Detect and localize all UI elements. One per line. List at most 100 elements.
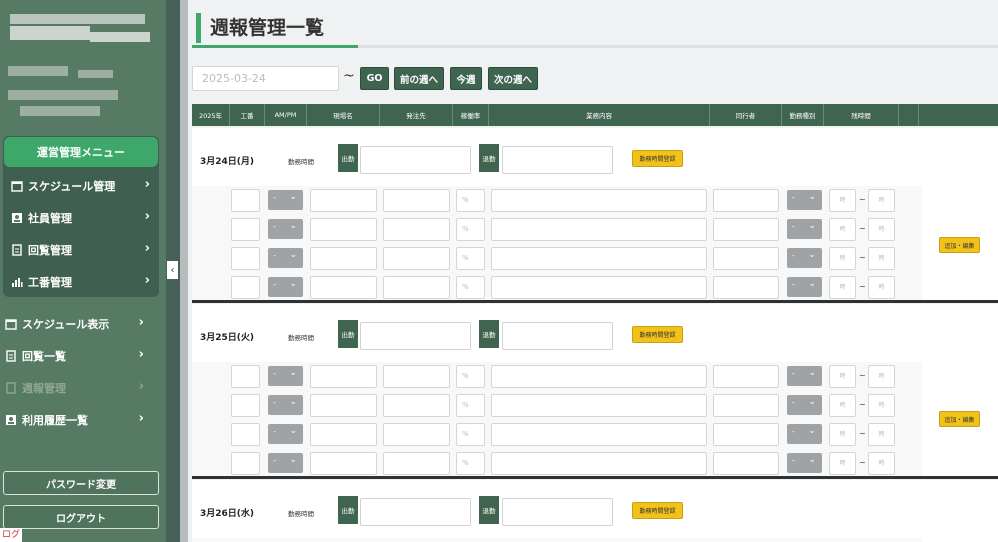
companion-input[interactable] xyxy=(713,452,779,475)
next-week-button[interactable]: 次の週へ xyxy=(488,67,538,90)
site-input[interactable] xyxy=(310,276,377,299)
work-type-select[interactable]: - ⌄ xyxy=(787,248,822,268)
work-type-select[interactable]: - ⌄ xyxy=(787,366,822,386)
site-input[interactable] xyxy=(310,423,377,446)
collapse-sidebar-button[interactable]: ‹ xyxy=(167,261,178,279)
companion-input[interactable] xyxy=(713,247,779,270)
week-start-date-input[interactable]: 2025-03-24 xyxy=(192,66,339,91)
work-type-select[interactable]: - ⌄ xyxy=(787,277,822,297)
ampm-select[interactable]: - ⌄ xyxy=(268,395,303,415)
ampm-select[interactable]: - ⌄ xyxy=(268,248,303,268)
remaining-time-to-input[interactable]: 時 xyxy=(868,452,895,475)
companion-input[interactable] xyxy=(713,276,779,299)
work-type-select[interactable]: - ⌄ xyxy=(787,424,822,444)
ampm-select[interactable]: - ⌄ xyxy=(268,453,303,473)
site-input[interactable] xyxy=(310,218,377,241)
sidebar-item-circular-list[interactable]: 回覧一覧 › xyxy=(4,344,150,368)
utilization-input[interactable]: % xyxy=(456,276,485,299)
vendor-input[interactable] xyxy=(383,394,450,417)
utilization-input[interactable]: % xyxy=(456,189,485,212)
remaining-time-from-input[interactable]: 時 xyxy=(829,452,856,475)
register-hours-button[interactable]: 勤務時間登録 xyxy=(632,326,683,343)
work-content-input[interactable] xyxy=(491,247,707,270)
remaining-time-to-input[interactable]: 時 xyxy=(868,276,895,299)
vendor-input[interactable] xyxy=(383,189,450,212)
work-content-input[interactable] xyxy=(491,365,707,388)
go-button[interactable]: GO xyxy=(360,67,389,90)
logout-button[interactable]: ログアウト xyxy=(3,505,159,529)
sidebar-item-project-management[interactable]: 工番管理 › xyxy=(10,270,156,294)
companion-input[interactable] xyxy=(713,423,779,446)
remaining-time-to-input[interactable]: 時 xyxy=(868,247,895,270)
remaining-time-from-input[interactable]: 時 xyxy=(829,247,856,270)
project-no-input[interactable] xyxy=(231,365,260,388)
work-content-input[interactable] xyxy=(491,394,707,417)
vendor-input[interactable] xyxy=(383,452,450,475)
vendor-input[interactable] xyxy=(383,247,450,270)
work-type-select[interactable]: - ⌄ xyxy=(787,395,822,415)
sidebar-item-circular-management[interactable]: 回覧管理 › xyxy=(10,238,156,262)
end-time-input[interactable] xyxy=(502,322,613,350)
work-content-input[interactable] xyxy=(491,189,707,212)
vendor-input[interactable] xyxy=(383,276,450,299)
remaining-time-to-input[interactable]: 時 xyxy=(868,365,895,388)
ampm-select[interactable]: - ⌄ xyxy=(268,190,303,210)
register-hours-button[interactable]: 勤務時間登録 xyxy=(632,502,683,519)
remaining-time-from-input[interactable]: 時 xyxy=(829,276,856,299)
utilization-input[interactable]: % xyxy=(456,365,485,388)
vendor-input[interactable] xyxy=(383,218,450,241)
companion-input[interactable] xyxy=(713,218,779,241)
remaining-time-from-input[interactable]: 時 xyxy=(829,423,856,446)
start-time-input[interactable] xyxy=(360,498,471,526)
ampm-select[interactable]: - ⌄ xyxy=(268,277,303,297)
register-hours-button[interactable]: 勤務時間登録 xyxy=(632,150,683,167)
remaining-time-from-input[interactable]: 時 xyxy=(829,189,856,212)
remaining-time-to-input[interactable]: 時 xyxy=(868,218,895,241)
change-password-button[interactable]: パスワード変更 xyxy=(3,471,159,495)
companion-input[interactable] xyxy=(713,365,779,388)
remaining-time-to-input[interactable]: 時 xyxy=(868,189,895,212)
companion-input[interactable] xyxy=(713,189,779,212)
vendor-input[interactable] xyxy=(383,365,450,388)
remaining-time-to-input[interactable]: 時 xyxy=(868,394,895,417)
companion-input[interactable] xyxy=(713,394,779,417)
end-time-input[interactable] xyxy=(502,498,613,526)
site-input[interactable] xyxy=(310,394,377,417)
project-no-input[interactable] xyxy=(231,423,260,446)
start-time-input[interactable] xyxy=(360,146,471,174)
add-edit-button[interactable]: 追加・編集 xyxy=(939,411,980,427)
project-no-input[interactable] xyxy=(231,452,260,475)
utilization-input[interactable]: % xyxy=(456,394,485,417)
remaining-time-from-input[interactable]: 時 xyxy=(829,218,856,241)
utilization-input[interactable]: % xyxy=(456,423,485,446)
utilization-input[interactable]: % xyxy=(456,452,485,475)
end-time-input[interactable] xyxy=(502,146,613,174)
work-type-select[interactable]: - ⌄ xyxy=(787,190,822,210)
project-no-input[interactable] xyxy=(231,394,260,417)
work-type-select[interactable]: - ⌄ xyxy=(787,219,822,239)
start-time-input[interactable] xyxy=(360,322,471,350)
remaining-time-from-input[interactable]: 時 xyxy=(829,394,856,417)
remaining-time-to-input[interactable]: 時 xyxy=(868,423,895,446)
sidebar-item-schedule-management[interactable]: スケジュール管理 › xyxy=(10,174,156,198)
project-no-input[interactable] xyxy=(231,189,260,212)
site-input[interactable] xyxy=(310,247,377,270)
work-content-input[interactable] xyxy=(491,423,707,446)
project-no-input[interactable] xyxy=(231,218,260,241)
sidebar-item-usage-history[interactable]: 利用履歴一覧 › xyxy=(4,408,150,432)
work-type-select[interactable]: - ⌄ xyxy=(787,453,822,473)
this-week-button[interactable]: 今週 xyxy=(450,67,482,90)
ampm-select[interactable]: - ⌄ xyxy=(268,219,303,239)
vendor-input[interactable] xyxy=(383,423,450,446)
sidebar-item-employee-management[interactable]: 社員管理 › xyxy=(10,206,156,230)
ampm-select[interactable]: - ⌄ xyxy=(268,366,303,386)
project-no-input[interactable] xyxy=(231,247,260,270)
prev-week-button[interactable]: 前の週へ xyxy=(394,67,444,90)
work-content-input[interactable] xyxy=(491,218,707,241)
utilization-input[interactable]: % xyxy=(456,247,485,270)
project-no-input[interactable] xyxy=(231,276,260,299)
sidebar-item-schedule-view[interactable]: スケジュール表示 › xyxy=(4,312,150,336)
utilization-input[interactable]: % xyxy=(456,218,485,241)
ampm-select[interactable]: - ⌄ xyxy=(268,424,303,444)
work-content-input[interactable] xyxy=(491,452,707,475)
